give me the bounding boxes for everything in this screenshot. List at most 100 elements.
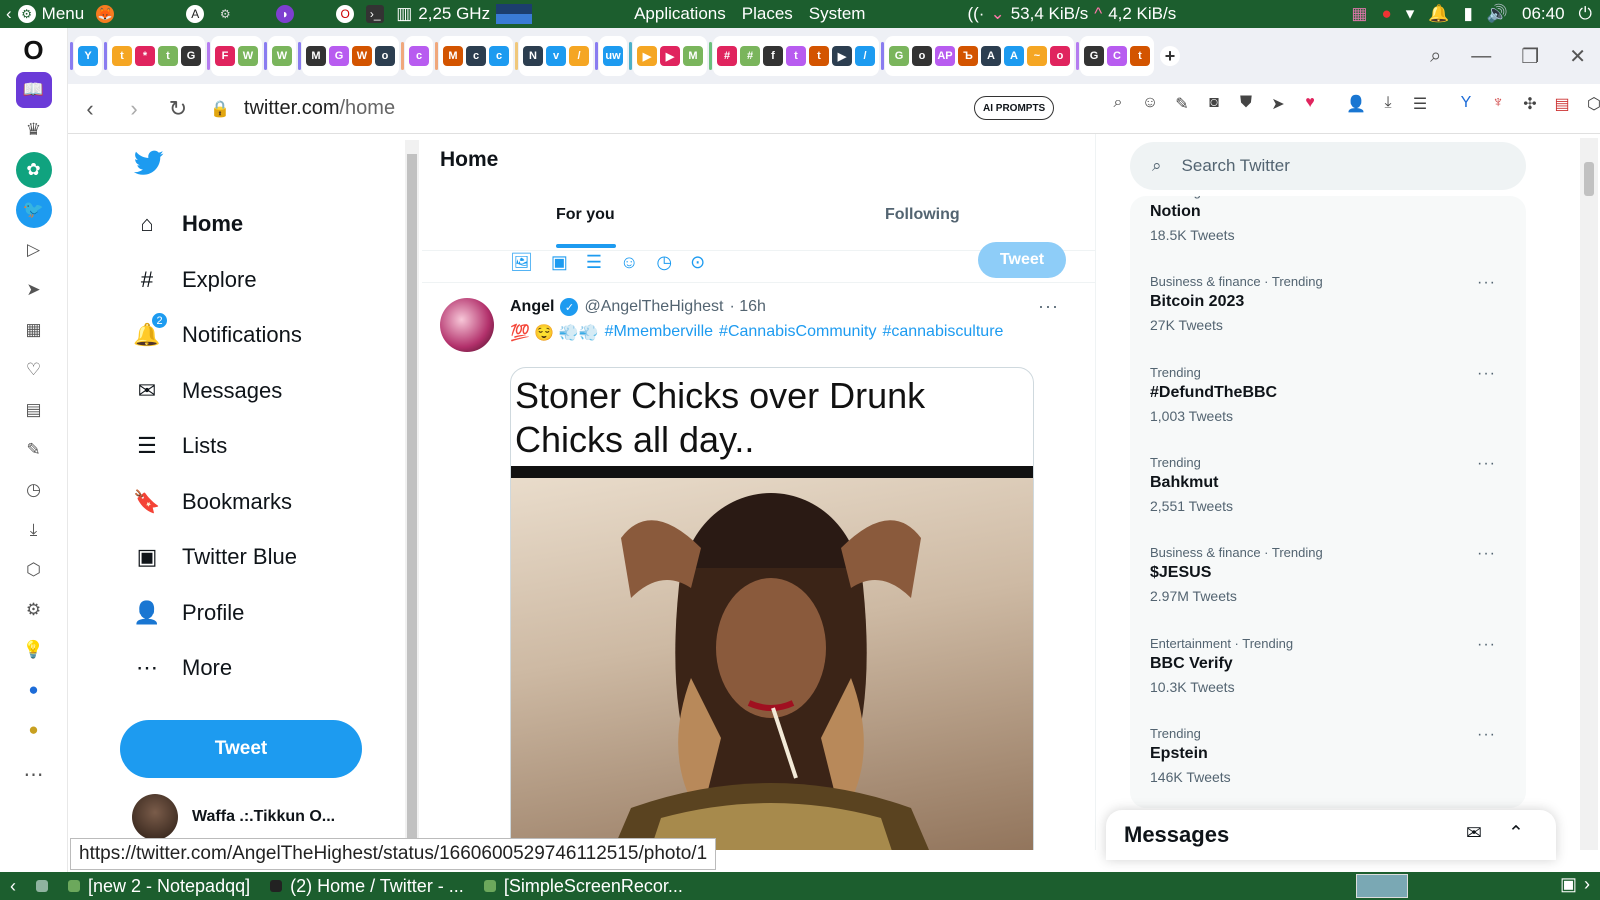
tweet-author-handle[interactable]: @AngelTheHighest: [584, 298, 723, 316]
trend-more-icon[interactable]: ···: [1477, 545, 1496, 563]
tab-favicon-icon[interactable]: ▶: [637, 46, 657, 66]
tab-favicon-icon[interactable]: A: [981, 46, 1001, 66]
tab-favicon-icon[interactable]: t: [1130, 46, 1150, 66]
close-icon[interactable]: ✕: [1569, 44, 1586, 69]
show-desktop-icon[interactable]: [26, 872, 58, 900]
tab-favicon-icon[interactable]: o: [912, 46, 932, 66]
shield-icon[interactable]: ⛊: [1236, 94, 1256, 114]
tab-favicon-icon[interactable]: N: [523, 46, 543, 66]
extension-tree-icon[interactable]: ♆: [1488, 94, 1508, 114]
minimize-icon[interactable]: —: [1471, 45, 1491, 68]
tab-favicon-icon[interactable]: t: [112, 46, 132, 66]
tab-group[interactable]: Y: [70, 36, 102, 76]
schedule-icon[interactable]: ◷: [656, 252, 672, 273]
tab-favicon-icon[interactable]: c: [409, 46, 429, 66]
bell-tray-icon[interactable]: 🔔: [1428, 4, 1449, 24]
workspace-switcher[interactable]: [1356, 874, 1408, 898]
easy-setup-icon[interactable]: ☰: [1410, 94, 1430, 114]
tab-favicon-icon[interactable]: F: [215, 46, 235, 66]
tweet-button[interactable]: Tweet: [120, 720, 362, 778]
tab-group[interactable]: ▶ ▶ M: [629, 36, 707, 76]
chevron-up-icon[interactable]: ⌃: [1508, 822, 1524, 845]
trend-more-icon[interactable]: ···: [1477, 455, 1496, 473]
edit-icon[interactable]: ✎: [1172, 94, 1192, 114]
app-a-icon[interactable]: A: [186, 5, 205, 23]
nav-messages[interactable]: ✉ Messages: [134, 371, 283, 411]
audio-recorder-icon[interactable]: ▦: [1351, 4, 1367, 24]
scroll-thumb[interactable]: [1584, 162, 1594, 196]
send-icon[interactable]: ➤: [16, 272, 52, 308]
player-icon[interactable]: ▷: [16, 232, 52, 268]
cube-icon[interactable]: ⬡: [16, 552, 52, 588]
profile-icon[interactable]: 👤: [1346, 94, 1366, 114]
trend-more-icon[interactable]: ···: [1477, 274, 1496, 292]
tab-favicon-icon[interactable]: t: [809, 46, 829, 66]
search-tabs-icon[interactable]: ⌕: [1430, 45, 1441, 68]
tab-favicon-icon[interactable]: t: [158, 46, 178, 66]
chat-icon[interactable]: ●: [16, 672, 52, 708]
wifi-tray-icon[interactable]: ▾: [1406, 4, 1415, 24]
new-tab-icon[interactable]: +: [1160, 46, 1180, 66]
terminal-icon[interactable]: ›_: [366, 5, 385, 23]
battery-icon[interactable]: ▮: [1463, 4, 1472, 24]
nav-explore[interactable]: # Explore: [134, 260, 257, 300]
tab-for-you[interactable]: For you: [556, 206, 615, 224]
heart-icon[interactable]: ♥: [1300, 94, 1320, 114]
tab-favicon-icon[interactable]: *: [135, 46, 155, 66]
new-message-icon[interactable]: ✉: [1466, 822, 1482, 845]
os-menu-button[interactable]: ‹ ⚙ Menu: [0, 0, 90, 28]
extension-cube-icon[interactable]: ⬡: [1584, 94, 1600, 114]
tab-favicon-icon[interactable]: uw: [603, 46, 623, 66]
nav-home[interactable]: ⌂ Home: [134, 204, 243, 244]
tab-group[interactable]: GCt: [1076, 36, 1154, 76]
apps-grid-icon[interactable]: ▦: [16, 312, 52, 348]
settings-icon[interactable]: ⚙: [216, 5, 234, 23]
reader-icon[interactable]: 📖: [15, 72, 52, 108]
tab-favicon-icon[interactable]: #: [717, 46, 737, 66]
tab-favicon-icon[interactable]: G: [329, 46, 349, 66]
tray-app-icon[interactable]: ▣: [1560, 874, 1577, 895]
tab-favicon-icon[interactable]: o: [375, 46, 395, 66]
lightbulb-icon[interactable]: 💡: [16, 632, 52, 668]
opera-logo-icon[interactable]: O: [16, 32, 52, 68]
twitter-bird-icon[interactable]: [133, 150, 164, 181]
chatgpt-icon[interactable]: ✿: [15, 152, 52, 188]
volume-icon[interactable]: 🔊: [1487, 4, 1508, 24]
tab-group[interactable]: t * t G: [104, 36, 205, 76]
nav-notifications[interactable]: 🔔 2 Notifications: [133, 312, 302, 355]
trend-more-icon[interactable]: ···: [1477, 636, 1496, 654]
tab-favicon-icon[interactable]: ▶: [660, 46, 680, 66]
tab-favicon-icon[interactable]: A: [1004, 46, 1024, 66]
tab-favicon-icon[interactable]: M: [683, 46, 703, 66]
taskbar-window-item[interactable]: [new 2 - Notepadqq]: [58, 872, 260, 900]
search-icon[interactable]: ⌕: [1108, 94, 1128, 114]
tab-favicon-icon[interactable]: c: [466, 46, 486, 66]
trend-item[interactable]: Entertainment · Trending BBC Verify 10.3K …: [1150, 636, 1510, 695]
tab-favicon-icon[interactable]: G: [1084, 46, 1104, 66]
trend-item[interactable]: Trending Bahkmut 2,551 Tweets ···: [1150, 455, 1510, 514]
coin-icon[interactable]: ●: [16, 712, 52, 748]
send-icon[interactable]: ➤: [1268, 94, 1288, 114]
account-switcher[interactable]: Waffa .:.Tikkun O...: [132, 794, 335, 840]
tab-favicon-icon[interactable]: t: [786, 46, 806, 66]
location-icon[interactable]: ⊙: [690, 252, 705, 273]
tab-favicon-icon[interactable]: Ъ: [958, 46, 978, 66]
tab-favicon-icon[interactable]: W: [272, 46, 292, 66]
news-icon[interactable]: ▤: [16, 392, 52, 428]
compose-tweet-button[interactable]: Tweet: [978, 242, 1066, 278]
forward-icon[interactable]: ›: [112, 96, 156, 122]
page-scrollbar[interactable]: [1580, 138, 1598, 850]
clock[interactable]: 06:40: [1522, 4, 1565, 24]
extension-puzzle-icon[interactable]: ✣: [1520, 94, 1540, 114]
tab-favicon-icon[interactable]: M: [306, 46, 326, 66]
image-icon[interactable]: 🖼: [510, 252, 533, 273]
more-dots-icon[interactable]: ⋯: [16, 756, 52, 792]
taskbar-window-item[interactable]: [SimpleScreenRecor...: [474, 872, 693, 900]
tab-group[interactable]: uw: [595, 36, 627, 76]
tab-group[interactable]: Go AP Ъ A A ~ o: [881, 36, 1074, 76]
messages-drawer[interactable]: Messages ✉ ⌃: [1106, 810, 1556, 860]
lock-icon[interactable]: 🔒: [210, 99, 230, 119]
ai-prompts-button[interactable]: AI PROMPTS: [974, 96, 1055, 120]
restore-icon[interactable]: ❐: [1521, 44, 1539, 69]
record-icon[interactable]: ●: [1381, 4, 1391, 24]
